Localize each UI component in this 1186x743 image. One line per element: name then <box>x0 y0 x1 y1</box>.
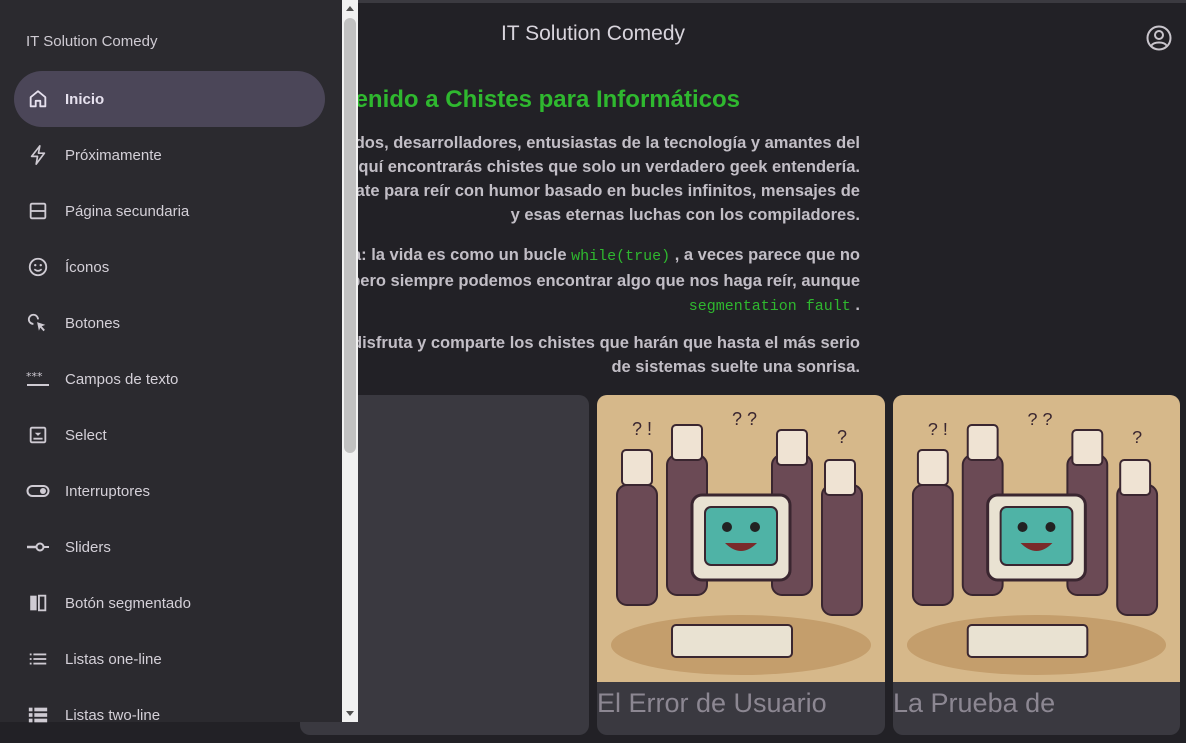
card-title: El Error de Usuario <box>597 688 827 718</box>
reminder-text: , a veces parece que no <box>674 246 860 264</box>
nav-label: Select <box>65 426 107 444</box>
nav-item-sliders[interactable]: Sliders <box>14 519 325 575</box>
touch-icon <box>26 311 50 335</box>
card-image: ? ! ? ? ? <box>893 395 1180 682</box>
joke-card[interactable]: ? ! ? ? ? La Prueba de <box>893 395 1180 735</box>
svg-text:?: ? <box>1132 427 1142 447</box>
nav-item-iconos[interactable]: Íconos <box>14 239 325 295</box>
drawer-scrollbar[interactable] <box>342 0 358 722</box>
nav-item-campos-de-texto[interactable]: *** Campos de texto <box>14 351 325 407</box>
drawer-title: IT Solution Comedy <box>26 33 158 50</box>
scroll-down-arrow-icon[interactable] <box>346 711 354 716</box>
reminder-text: rda: la vida es como un bucle <box>335 246 567 264</box>
nav-label: Listas two-line <box>65 706 161 724</box>
nav-item-boton-segmentado[interactable]: Botón segmentado <box>14 575 325 631</box>
code-snippet: while(true) <box>571 248 671 265</box>
svg-text:? !: ? ! <box>632 419 652 439</box>
nav-item-pagina-secundaria[interactable]: Página secundaria <box>14 183 325 239</box>
nav-label: Inicio <box>65 90 105 108</box>
smiley-icon <box>26 255 50 279</box>
nav-label: Listas one-line <box>65 650 162 668</box>
select-box-icon <box>26 423 50 447</box>
bolt-icon <box>26 143 50 167</box>
list-icon <box>26 647 50 671</box>
joke-card[interactable]: ? ! ? ? ? El Error de Usuario <box>597 395 885 735</box>
svg-text:? !: ? ! <box>928 419 948 439</box>
scrollbar-thumb[interactable] <box>344 18 356 453</box>
split-page-icon <box>26 199 50 223</box>
svg-text:***: *** <box>26 370 43 383</box>
nav-label: Próximamente <box>65 146 162 164</box>
account-icon[interactable] <box>1145 24 1173 52</box>
segmented-icon <box>26 591 50 615</box>
home-icon <box>26 87 50 111</box>
password-field-icon: *** <box>26 367 50 391</box>
code-snippet: segmentation fault <box>688 298 851 315</box>
svg-text:?: ? <box>837 427 847 447</box>
nav-label: Sliders <box>65 538 111 556</box>
nav-label: Botones <box>65 314 121 332</box>
reminder-text: . <box>855 296 860 314</box>
nav-item-listas-two-line[interactable]: Listas two-line <box>14 687 325 743</box>
nav-item-proximamente[interactable]: Próximamente <box>14 127 325 183</box>
slider-icon <box>26 535 50 559</box>
nav-label: Botón segmentado <box>65 594 191 612</box>
card-image: ? ! ? ? ? <box>597 395 885 682</box>
nav-label: Interruptores <box>65 482 151 500</box>
list-bullets-icon <box>26 703 50 727</box>
card-title: La Prueba de <box>893 688 1056 718</box>
nav-item-botones[interactable]: Botones <box>14 295 325 351</box>
toggle-icon <box>26 479 50 503</box>
nav-item-select[interactable]: Select <box>14 407 325 463</box>
svg-text:? ?: ? ? <box>1028 409 1053 429</box>
nav-item-inicio[interactable]: Inicio <box>14 71 325 127</box>
scroll-up-arrow-icon[interactable] <box>346 6 354 11</box>
nav-item-interruptores[interactable]: Interruptores <box>14 463 325 519</box>
nav-item-listas-one-line[interactable]: Listas one-line <box>14 631 325 687</box>
nav-label: Campos de texto <box>65 370 179 388</box>
nav-label: Íconos <box>65 258 110 276</box>
svg-text:? ?: ? ? <box>732 409 757 429</box>
navigation-drawer: IT Solution Comedy Inicio Próximamente P… <box>0 0 342 724</box>
nav-label: Página secundaria <box>65 202 190 220</box>
